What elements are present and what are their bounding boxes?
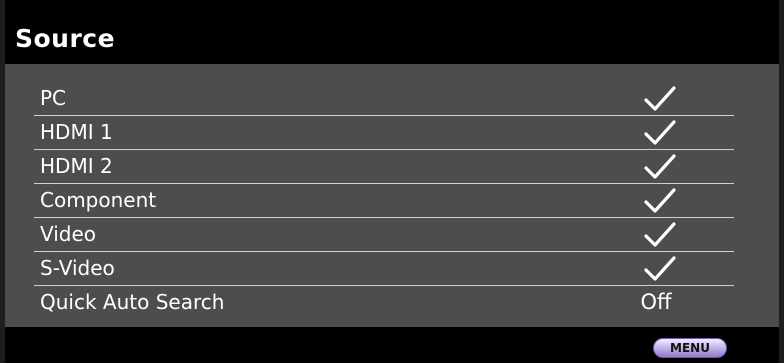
menu-row-component[interactable]: Component bbox=[34, 184, 734, 218]
source-osd-window: Source PC HDMI 1 HDMI 2 Component Video … bbox=[0, 0, 784, 363]
menu-row-pc[interactable]: PC bbox=[34, 82, 734, 116]
source-label: HDMI 2 bbox=[40, 154, 113, 178]
check-icon bbox=[644, 188, 676, 213]
quick-auto-search-value: Off bbox=[640, 290, 672, 314]
check-icon bbox=[644, 222, 676, 247]
quick-auto-search-label: Quick Auto Search bbox=[40, 290, 225, 314]
source-label: Component bbox=[40, 188, 157, 212]
check-icon bbox=[644, 120, 676, 145]
check-icon bbox=[644, 256, 676, 281]
menu-row-s-video[interactable]: S-Video bbox=[34, 252, 734, 286]
source-label: S-Video bbox=[40, 256, 115, 280]
menu-row-hdmi-2[interactable]: HDMI 2 bbox=[34, 150, 734, 184]
source-label: HDMI 1 bbox=[40, 120, 113, 144]
check-icon bbox=[644, 86, 676, 111]
check-icon bbox=[644, 154, 676, 179]
footer-bar: MENU bbox=[5, 327, 779, 363]
menu-row-video[interactable]: Video bbox=[34, 218, 734, 252]
page-title: Source bbox=[15, 24, 116, 53]
menu-row-quick-auto-search[interactable]: Quick Auto Search Off bbox=[34, 286, 734, 320]
menu-button[interactable]: MENU bbox=[653, 338, 727, 358]
menu-row-hdmi-1[interactable]: HDMI 1 bbox=[34, 116, 734, 150]
source-menu-panel: PC HDMI 1 HDMI 2 Component Video S-Video… bbox=[5, 64, 779, 327]
source-label: PC bbox=[40, 86, 67, 110]
source-label: Video bbox=[40, 222, 97, 246]
source-list: PC HDMI 1 HDMI 2 Component Video S-Video… bbox=[34, 82, 734, 320]
title-bar: Source bbox=[5, 18, 779, 64]
